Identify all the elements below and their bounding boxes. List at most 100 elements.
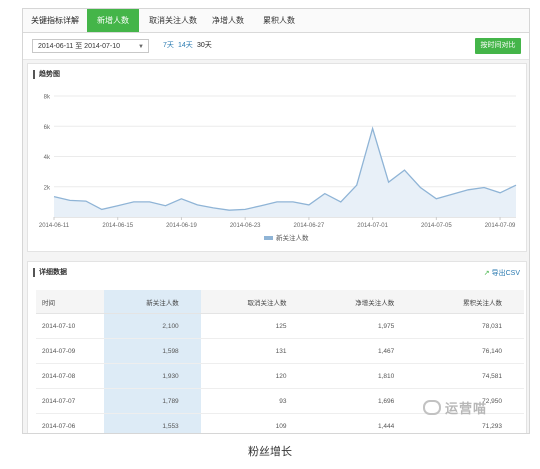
x-tick-label: 2014-06-23: [230, 223, 261, 229]
legend-label: 新关注人数: [276, 233, 309, 242]
x-tick-label: 2014-07-05: [421, 223, 452, 229]
table-cell: 74,581: [416, 363, 524, 389]
y-tick-label: 4k: [44, 155, 51, 161]
chat-bubble-icon: [423, 400, 441, 415]
table-cell: 76,140: [416, 338, 524, 364]
table-row: 2014-07-09 1,598 131 1,467 76,140: [36, 338, 524, 364]
x-tick-label: 2014-07-01: [357, 223, 388, 229]
data-point: [212, 207, 214, 209]
detail-title: 详细数据: [33, 268, 67, 277]
col-header-unfollow[interactable]: 取消关注人数: [200, 290, 309, 314]
data-point: [419, 186, 421, 188]
watermark-text: 运营喵: [445, 401, 488, 416]
range-14-days-link[interactable]: 14天: [178, 39, 193, 53]
analytics-frame: 关键指标详解 新增人数 取消关注人数 净增人数 累积人数 2014-06-11 …: [22, 8, 530, 434]
table-cell: 1,444: [308, 413, 417, 433]
chevron-down-icon: ▼: [138, 44, 144, 50]
table-header-row: 时间 新关注人数 取消关注人数 净增关注人数 累积关注人数: [36, 290, 524, 314]
data-point: [133, 201, 135, 203]
table-cell: 109: [200, 413, 309, 433]
trend-chart: 2k 4k 6k 8k 2014-06-11 2014-06-15 2014-06-19 20…: [39, 95, 517, 242]
data-point: [260, 205, 262, 207]
data-point: [387, 181, 389, 183]
table-cell: 1,598: [104, 338, 201, 364]
tab-new-followers[interactable]: 新增人数: [87, 9, 139, 32]
table-cell: 2014-07-06: [36, 413, 105, 433]
data-point: [196, 204, 198, 206]
table-cell: 131: [200, 338, 309, 364]
data-point: [117, 205, 119, 207]
col-header-cumulative[interactable]: 累积关注人数: [416, 290, 524, 314]
table-cell: 78,031: [416, 313, 524, 339]
data-point: [164, 205, 166, 207]
range-7-days-link[interactable]: 7天: [163, 39, 174, 53]
export-csv-link[interactable]: ↗ 导出CSV: [484, 268, 520, 278]
x-tick-label: 2014-06-11: [39, 223, 70, 229]
data-point: [324, 192, 326, 194]
data-point: [515, 184, 517, 186]
export-icon: ↗: [483, 270, 490, 277]
data-point: [85, 200, 87, 202]
data-point: [180, 198, 182, 200]
table-cell: 2014-07-10: [36, 313, 105, 339]
data-point: [244, 208, 246, 210]
legend-swatch: [264, 236, 273, 240]
tab-cumulative[interactable]: 累积人数: [253, 9, 305, 32]
data-point: [403, 169, 405, 171]
data-point: [101, 208, 103, 210]
trend-panel: 趋势图 2k 4k 6k 8k 2014-06-11 2014-06-15 2014-06-…: [27, 63, 527, 252]
data-point: [340, 201, 342, 203]
x-tick-label: 2014-06-19: [166, 223, 197, 229]
table-cell: 120: [200, 363, 309, 389]
tab-net-growth[interactable]: 净增人数: [207, 9, 249, 32]
date-toolbar: 2014-06-11 至 2014-07-10 ▼ 7天 14天 30天 按时间…: [23, 33, 529, 60]
table-cell: 2,100: [104, 313, 201, 339]
table-cell: 2014-07-07: [36, 388, 105, 414]
date-range-picker[interactable]: 2014-06-11 至 2014-07-10 ▼: [32, 39, 149, 53]
table-cell: 1,789: [104, 388, 201, 414]
table-cell: 93: [200, 388, 309, 414]
compare-by-time-button[interactable]: 按时间对比: [475, 38, 521, 54]
y-tick-label: 8k: [44, 95, 51, 101]
data-point: [499, 192, 501, 194]
data-point: [292, 201, 294, 203]
metric-tabs: 关键指标详解 新增人数 取消关注人数 净增人数 累积人数: [23, 9, 529, 33]
table-cell: 125: [200, 313, 309, 339]
data-point: [467, 189, 469, 191]
date-range-value: 2014-06-11 至 2014-07-10: [38, 43, 120, 50]
data-point: [435, 198, 437, 200]
col-header-net[interactable]: 净增关注人数: [308, 290, 417, 314]
data-point: [69, 199, 71, 201]
trend-title: 趋势图: [33, 70, 60, 79]
table-row: 2014-07-08 1,930 120 1,810 74,581: [36, 363, 524, 389]
export-csv-label: 导出CSV: [491, 270, 520, 277]
data-point: [308, 204, 310, 206]
range-30-days-link[interactable]: 30天: [197, 39, 212, 53]
watermark: 运营喵: [423, 398, 487, 417]
x-tick-label: 2014-07-09: [485, 223, 516, 229]
data-point: [148, 201, 150, 203]
tab-unfollows[interactable]: 取消关注人数: [143, 9, 203, 32]
data-point: [483, 186, 485, 188]
table-cell: 1,467: [308, 338, 417, 364]
col-header-date[interactable]: 时间: [36, 290, 105, 314]
data-point: [451, 193, 453, 195]
y-tick-label: 6k: [44, 125, 51, 131]
tab-key-metrics[interactable]: 关键指标详解: [27, 9, 83, 32]
y-tick-label: 2k: [44, 185, 51, 191]
table-cell: 1,975: [308, 313, 417, 339]
table-cell: 1,553: [104, 413, 201, 433]
table-cell: 1,696: [308, 388, 417, 414]
data-point: [356, 184, 358, 186]
x-tick-label: 2014-06-27: [294, 223, 325, 229]
data-point: [53, 195, 55, 197]
x-tick-label: 2014-06-15: [102, 223, 133, 229]
image-caption: 粉丝增长: [248, 446, 292, 458]
data-point: [228, 209, 230, 211]
table-row: 2014-07-10 2,100 125 1,975 78,031: [36, 313, 524, 339]
table-cell: 2014-07-08: [36, 363, 105, 389]
col-header-new[interactable]: 新关注人数: [104, 290, 201, 314]
data-point: [371, 127, 373, 129]
table-cell: 1,930: [104, 363, 201, 389]
table-cell: 1,810: [308, 363, 417, 389]
